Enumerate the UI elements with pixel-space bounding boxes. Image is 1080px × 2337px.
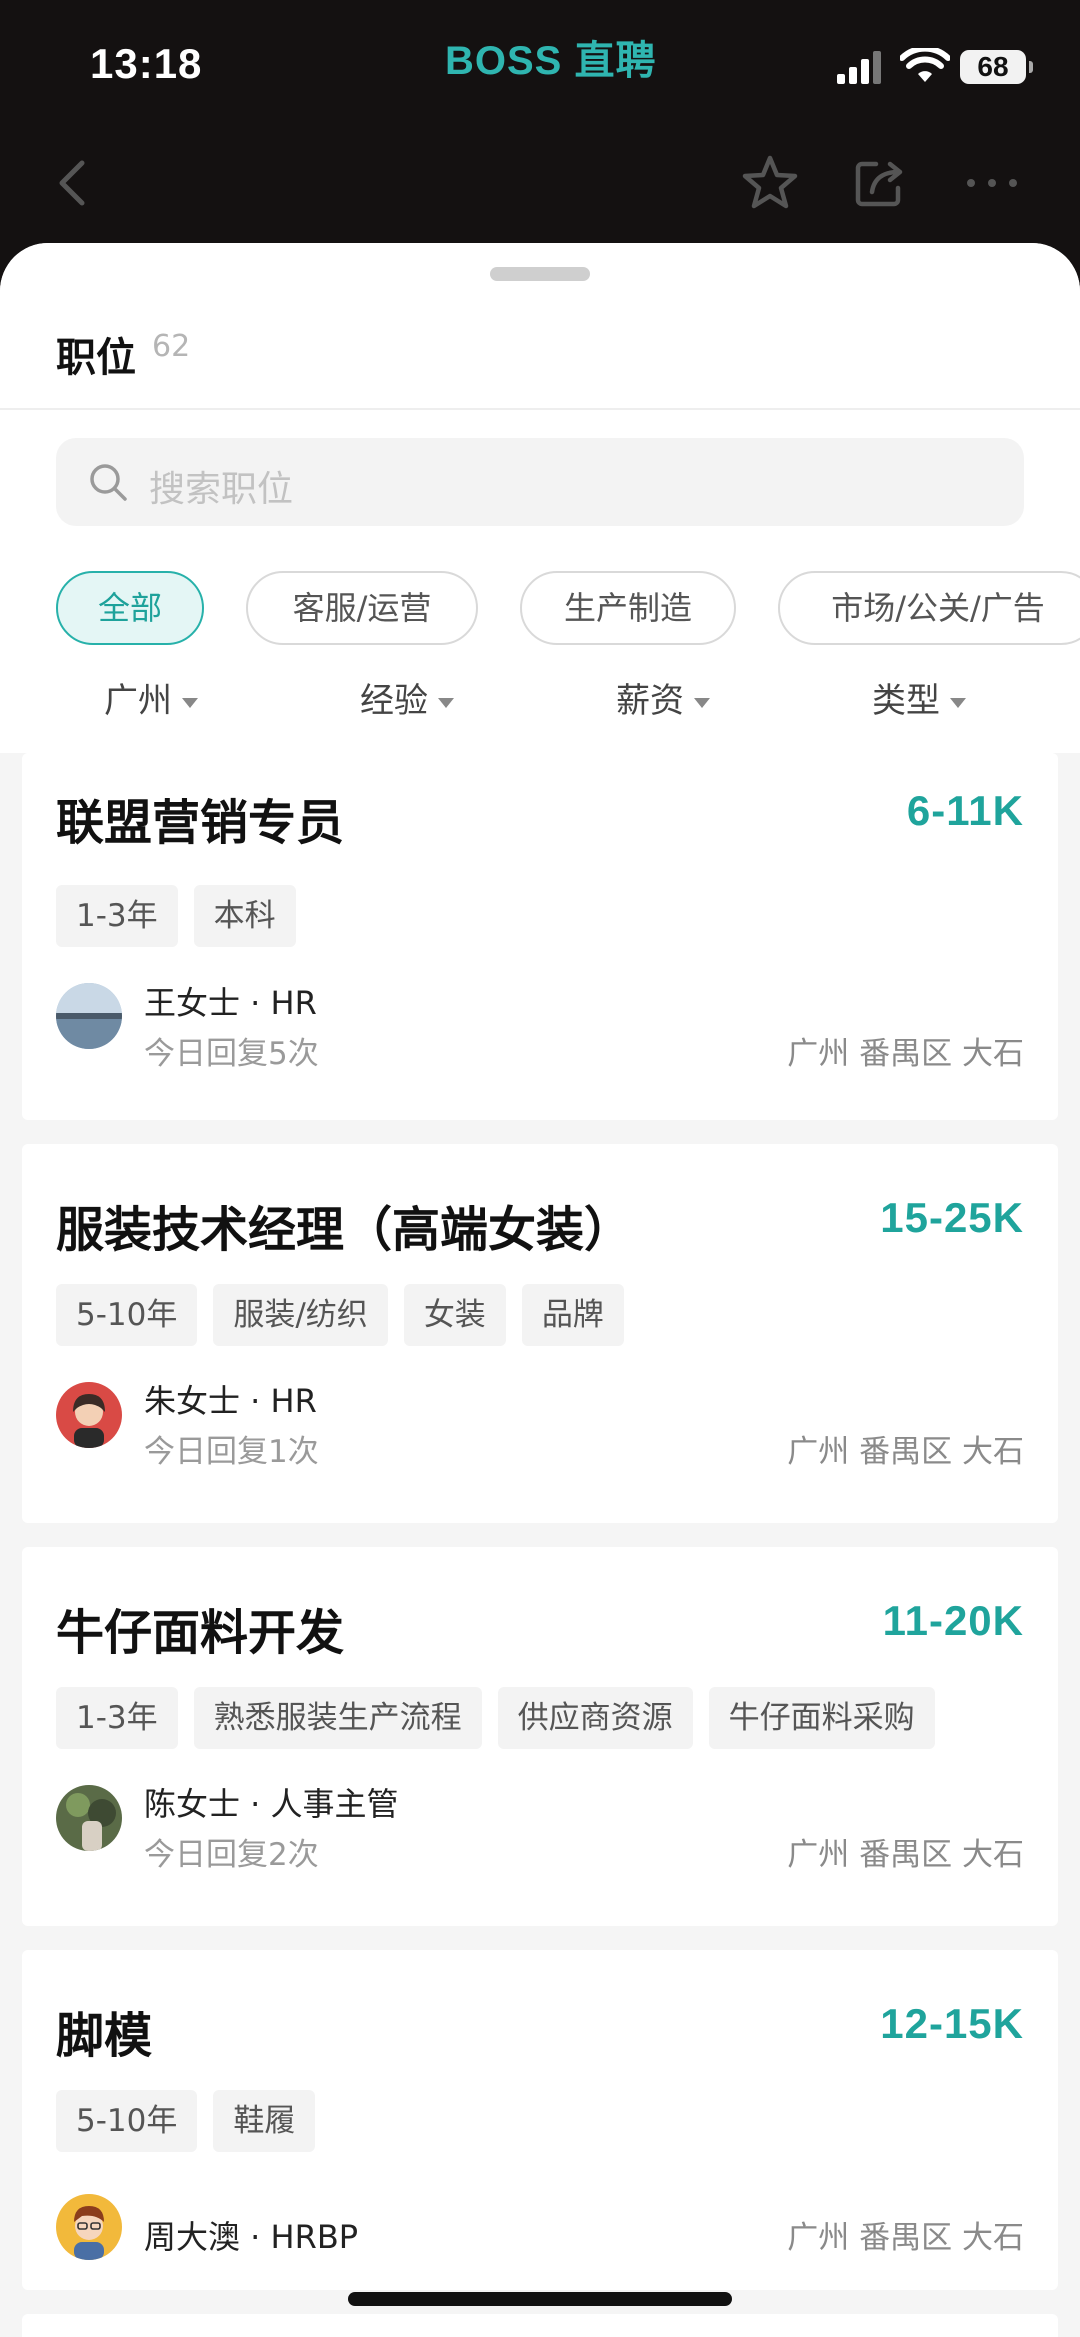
job-location: 广州 番禺区 大石 — [787, 1434, 1024, 1470]
recruiter-name: 朱女士 · HR — [144, 1382, 317, 1420]
recruiter-name: 陈女士 · 人事主管 — [144, 1785, 399, 1823]
job-location: 广州 番禺区 大石 — [787, 1837, 1024, 1873]
job-tag: 5-10年 — [56, 1284, 198, 1346]
filter-label: 广州 — [104, 681, 172, 721]
filter-experience[interactable]: 经验 — [360, 673, 454, 722]
jobs-sheet: 职位 62 搜索职位 全部 客服/运营 生产制造 市场/公关/广告 广州 经验 … — [0, 243, 1080, 2337]
recruiter-name: 王女士 · HR — [144, 984, 317, 1022]
drag-handle[interactable] — [490, 267, 590, 281]
job-salary: 6-11K — [906, 787, 1024, 834]
reply-stat: 今日回复5次 — [144, 1036, 319, 1072]
job-title: 联盟营销专员 — [56, 795, 345, 851]
job-salary: 15-25K — [880, 1194, 1024, 1241]
job-tags: 1-3年 本科 — [56, 885, 312, 947]
share-icon[interactable] — [846, 148, 916, 218]
job-tag: 服装/纺织 — [213, 1284, 388, 1346]
status-bar: 13:18 BOSS 直聘 68 — [0, 0, 1080, 135]
divider — [0, 408, 1080, 410]
reply-stat: 今日回复1次 — [144, 1434, 319, 1470]
chip-manufacturing[interactable]: 生产制造 — [520, 571, 736, 645]
caret-down-icon — [182, 697, 198, 708]
nav-bar — [0, 135, 1080, 245]
job-tag: 1-3年 — [56, 885, 178, 947]
filter-city[interactable]: 广州 — [104, 673, 198, 722]
back-icon[interactable] — [40, 148, 110, 218]
job-tag: 1-3年 — [56, 1687, 178, 1749]
job-count: 62 — [152, 329, 191, 364]
job-title: 牛仔面料开发 — [56, 1605, 345, 1661]
filter-label: 类型 — [872, 681, 940, 721]
job-tag: 牛仔面料采购 — [708, 1687, 935, 1749]
chip-all[interactable]: 全部 — [56, 571, 204, 645]
job-salary: 12-15K — [880, 2000, 1024, 2047]
job-card[interactable]: 牛仔面料开发 11-20K 1-3年 熟悉服装生产流程 供应商资源 牛仔面料采购 陈女… — [22, 1547, 1058, 1926]
more-icon[interactable] — [957, 148, 1027, 218]
chip-marketing[interactable]: 市场/公关/广告 — [778, 571, 1080, 645]
job-card[interactable]: 服装技术经理（高端女装） 15-25K 5-10年 服装/纺织 女装 品牌 朱女士 ·… — [22, 1144, 1058, 1523]
filter-bar: 广州 经验 薪资 类型 — [0, 673, 1080, 733]
job-title: 脚模 — [56, 2008, 153, 2064]
job-tags: 1-3年 熟悉服装生产流程 供应商资源 牛仔面料采购 — [56, 1687, 951, 1749]
job-tag: 本科 — [193, 885, 296, 947]
search-icon — [90, 464, 127, 501]
job-location: 广州 番禺区 大石 — [787, 2220, 1024, 2256]
job-card[interactable]: 联盟营销专员 6-11K 1-3年 本科 王女士 · HR 今日回复5次 广州 番… — [22, 753, 1058, 1120]
search-input[interactable]: 搜索职位 — [56, 438, 1024, 526]
avatar — [56, 1785, 122, 1851]
avatar — [56, 2194, 122, 2260]
home-indicator[interactable] — [348, 2292, 732, 2306]
job-salary: 11-20K — [882, 1597, 1024, 1644]
category-chips: 全部 客服/运营 生产制造 市场/公关/广告 — [0, 571, 1080, 649]
wifi-icon — [900, 48, 950, 82]
job-tag: 供应商资源 — [497, 1687, 693, 1749]
job-tag: 熟悉服装生产流程 — [193, 1687, 482, 1749]
job-card[interactable]: 脚模 12-15K 5-10年 鞋履 周大澳 · HRBP 广州 番禺区 大石 — [22, 1950, 1058, 2290]
filter-salary[interactable]: 薪资 — [616, 673, 710, 722]
job-tag: 女装 — [403, 1284, 506, 1346]
status-time: 13:18 — [90, 40, 203, 87]
caret-down-icon — [694, 697, 710, 708]
sheet-header: 职位 62 搜索职位 全部 客服/运营 生产制造 市场/公关/广告 广州 经验 … — [0, 243, 1080, 753]
chip-customer-service[interactable]: 客服/运营 — [246, 571, 478, 645]
search-placeholder: 搜索职位 — [149, 469, 294, 510]
avatar — [56, 1382, 122, 1448]
filter-label: 经验 — [360, 681, 428, 721]
battery-icon: 68 — [960, 50, 1033, 84]
job-tag: 5-10年 — [56, 2090, 198, 2152]
job-card[interactable] — [22, 2314, 1058, 2337]
avatar — [56, 983, 122, 1049]
job-location: 广州 番禺区 大石 — [787, 1036, 1024, 1072]
job-tags: 5-10年 鞋履 — [56, 2090, 331, 2152]
signal-icon — [837, 51, 881, 84]
reply-stat: 今日回复2次 — [144, 1837, 319, 1873]
job-tags: 5-10年 服装/纺织 女装 品牌 — [56, 1284, 640, 1346]
job-tag: 鞋履 — [213, 2090, 316, 2152]
job-title: 服装技术经理（高端女装） — [56, 1202, 633, 1258]
brand-logo: BOSS 直聘 — [445, 39, 657, 83]
job-tag: 品牌 — [521, 1284, 624, 1346]
recruiter-name: 周大澳 · HRBP — [144, 2218, 359, 2256]
filter-type[interactable]: 类型 — [872, 673, 966, 722]
filter-label: 薪资 — [616, 681, 684, 721]
page-title: 职位 — [56, 335, 136, 381]
caret-down-icon — [438, 697, 454, 708]
star-icon[interactable] — [735, 148, 805, 218]
caret-down-icon — [950, 697, 966, 708]
